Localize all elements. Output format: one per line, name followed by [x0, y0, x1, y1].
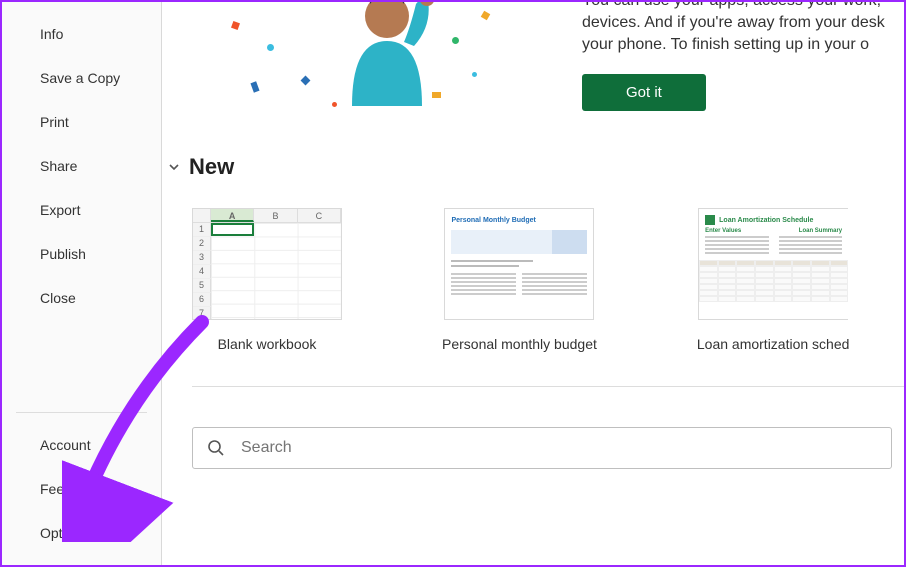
- banner-text: You can use your apps, access your work,…: [582, 2, 904, 56]
- confetti-icon: [452, 37, 459, 44]
- confetti-icon: [301, 76, 311, 86]
- sidebar-item-export[interactable]: Export: [2, 188, 161, 232]
- template-thumb-loan: Loan Amortization Schedule Enter Values …: [698, 208, 848, 320]
- welcome-illustration: [222, 2, 542, 112]
- confetti-icon: [432, 92, 441, 98]
- search-box[interactable]: [192, 427, 892, 469]
- template-personal-monthly-budget[interactable]: Personal Monthly Budget Personal monthly…: [442, 208, 597, 352]
- sidebar-divider: [16, 412, 147, 413]
- bank-icon: [705, 215, 715, 225]
- sidebar-top-group: Info Save a Copy Print Share Export Publ…: [2, 12, 161, 320]
- sidebar-item-share[interactable]: Share: [2, 144, 161, 188]
- chevron-down-icon: [167, 160, 181, 174]
- confetti-icon: [231, 21, 240, 30]
- search-icon: [207, 439, 225, 457]
- sidebar-item-publish[interactable]: Publish: [2, 232, 161, 276]
- template-blank-workbook[interactable]: A B C 1 2 3 4 5 6 7: [192, 208, 342, 352]
- confetti-icon: [472, 72, 477, 77]
- backstage-sidebar: Info Save a Copy Print Share Export Publ…: [2, 2, 162, 565]
- new-section-title: New: [189, 154, 234, 180]
- got-it-button[interactable]: Got it: [582, 74, 706, 111]
- template-thumb-budget: Personal Monthly Budget: [444, 208, 594, 320]
- template-loan-amortization[interactable]: Loan Amortization Schedule Enter Values …: [697, 208, 850, 352]
- sidebar-item-info[interactable]: Info: [2, 12, 161, 56]
- sidebar-item-account[interactable]: Account: [2, 423, 161, 467]
- confetti-icon: [267, 44, 274, 51]
- sidebar-bottom-group: Account Feedback Options: [2, 402, 161, 555]
- banner-text-wrap: You can use your apps, access your work,…: [582, 2, 904, 111]
- welcome-banner: You can use your apps, access your work,…: [222, 2, 904, 112]
- person-icon: [332, 2, 442, 106]
- template-label: Loan amortization sched: [697, 336, 850, 352]
- section-divider: [192, 386, 904, 387]
- template-label: Personal monthly budget: [442, 336, 597, 352]
- search-input[interactable]: [241, 439, 877, 457]
- confetti-icon: [250, 81, 259, 92]
- sidebar-item-close[interactable]: Close: [2, 276, 161, 320]
- confetti-icon: [332, 102, 337, 107]
- sidebar-item-print[interactable]: Print: [2, 100, 161, 144]
- template-gallery: A B C 1 2 3 4 5 6 7: [192, 208, 904, 352]
- new-section-header[interactable]: New: [167, 154, 904, 180]
- template-label: Blank workbook: [218, 336, 317, 352]
- template-thumb-blank: A B C 1 2 3 4 5 6 7: [192, 208, 342, 320]
- main-content: You can use your apps, access your work,…: [162, 2, 904, 565]
- sidebar-item-feedback[interactable]: Feedback: [2, 467, 161, 511]
- sidebar-item-options[interactable]: Options: [2, 511, 161, 555]
- confetti-icon: [481, 11, 491, 21]
- sidebar-item-save-a-copy[interactable]: Save a Copy: [2, 56, 161, 100]
